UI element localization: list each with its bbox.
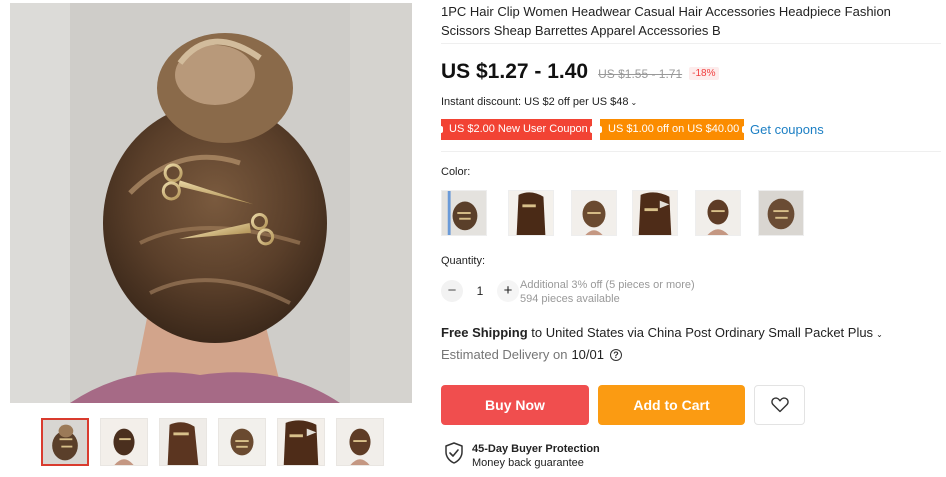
thumbnail-1[interactable] — [41, 418, 89, 466]
coupon-row: US $2.00 New User Coupon US $1.00 off on… — [439, 118, 824, 140]
color-swatch-6[interactable] — [758, 190, 804, 236]
buy-now-button[interactable]: Buy Now — [441, 385, 589, 425]
wishlist-button[interactable] — [754, 385, 805, 425]
chevron-down-icon: ⌄ — [630, 98, 638, 107]
thumbnail-5[interactable] — [277, 418, 325, 466]
quantity-label: Quantity: — [441, 255, 486, 267]
decrease-button[interactable]: − — [441, 280, 463, 302]
heart-icon — [770, 397, 789, 413]
chevron-down-icon: ⌄ — [876, 330, 883, 339]
estimated-delivery-label: Estimated Delivery on — [441, 347, 568, 362]
quantity-stepper: − 1 + — [441, 279, 519, 303]
original-price: US $1.55 - 1.71 — [598, 67, 683, 81]
price-row: US $1.27 - 1.40 US $1.55 - 1.71 -18% — [441, 60, 719, 86]
add-to-cart-button[interactable]: Add to Cart — [598, 385, 745, 425]
protection-subtitle: Money back guarantee — [472, 457, 584, 469]
estimated-delivery: Estimated Delivery on 10/01 ? — [441, 347, 622, 362]
thumbnail-3[interactable] — [159, 418, 207, 466]
bulk-discount-note: Additional 3% off (5 pieces or more) — [520, 279, 695, 291]
estimated-delivery-date: 10/01 — [571, 347, 604, 362]
thumbnail-4[interactable] — [218, 418, 266, 466]
product-title: 1PC Hair Clip Women Headwear Casual Hair… — [441, 4, 891, 38]
main-product-image[interactable] — [10, 3, 412, 403]
protection-title: 45-Day Buyer Protection — [472, 443, 600, 455]
quantity-input[interactable]: 1 — [463, 284, 497, 298]
divider — [441, 43, 941, 44]
current-price: US $1.27 - 1.40 — [441, 60, 589, 83]
question-circle-icon[interactable]: ? — [610, 348, 622, 361]
discount-badge: -18% — [689, 66, 719, 80]
shipping-info[interactable]: Free Shipping to United States via China… — [441, 325, 883, 340]
get-coupons-link[interactable]: Get coupons — [750, 122, 824, 137]
new-user-coupon[interactable]: US $2.00 New User Coupon — [439, 118, 594, 140]
stock-available: 594 pieces available — [520, 293, 620, 305]
color-swatch-3[interactable] — [571, 190, 617, 236]
increase-button[interactable]: + — [497, 280, 519, 302]
thumbnail-6[interactable] — [336, 418, 384, 466]
hair-clip-photo — [10, 3, 412, 403]
quantity-notes: Additional 3% off (5 pieces or more) 594… — [520, 278, 695, 306]
instant-discount-text: Instant discount: US $2 off per US $48 — [441, 96, 629, 108]
store-coupon[interactable]: US $1.00 off on US $40.00 — [598, 118, 746, 140]
thumbnail-strip — [41, 418, 384, 466]
shipping-destination: to United States via China Post Ordinary… — [531, 325, 874, 340]
thumbnail-2[interactable] — [100, 418, 148, 466]
color-swatch-1[interactable] — [441, 190, 487, 236]
free-shipping-label: Free Shipping — [441, 325, 528, 340]
divider — [441, 151, 941, 152]
color-swatch-2[interactable] — [508, 190, 554, 236]
color-swatch-5[interactable] — [695, 190, 741, 236]
instant-discount[interactable]: Instant discount: US $2 off per US $48 ⌄ — [441, 96, 637, 108]
color-label: Color: — [441, 166, 471, 178]
buyer-protection: 45-Day Buyer Protection Money back guara… — [444, 442, 600, 471]
color-swatch-4[interactable] — [632, 190, 678, 236]
shield-check-icon — [445, 442, 463, 464]
